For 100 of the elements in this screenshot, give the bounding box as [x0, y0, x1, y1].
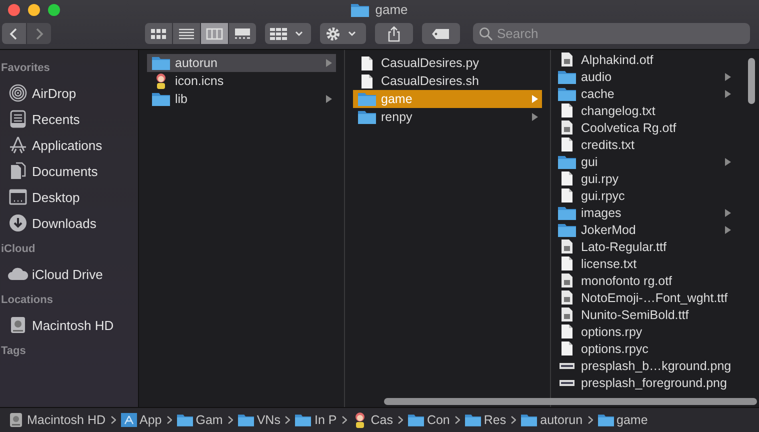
sidebar-item[interactable]: Documents	[0, 158, 138, 184]
search-icon	[479, 27, 493, 41]
path-item[interactable]: Gam	[176, 413, 223, 427]
file-row[interactable]: Coolvetica Rg.otf	[553, 119, 735, 136]
path-item[interactable]: autorun	[521, 413, 583, 427]
font-file-icon	[561, 290, 573, 305]
path-item[interactable]: Res	[464, 413, 506, 427]
chevron-icon	[110, 416, 116, 424]
back-button[interactable]	[2, 23, 26, 44]
chevron-icon	[511, 416, 516, 424]
tag-icon	[431, 28, 451, 40]
disclosure-icon	[725, 90, 731, 98]
sidebar-item[interactable]: Downloads	[0, 210, 138, 236]
chevron-right-icon	[34, 26, 44, 40]
sidebar-item[interactable]: Applications	[0, 132, 138, 158]
file-row[interactable]: changelog.txt	[553, 102, 735, 119]
icon-view-icon	[150, 28, 167, 40]
file-row[interactable]: monofonto rg.otf	[553, 272, 735, 289]
file-row[interactable]: Nunito-SemiBold.ttf	[553, 306, 735, 323]
action-button[interactable]	[320, 23, 366, 44]
chevron-icon	[398, 416, 403, 424]
chevron-icon	[342, 416, 347, 424]
font-file-icon	[561, 120, 573, 135]
figure-icon	[154, 73, 168, 89]
document-icon	[561, 324, 573, 339]
file-row[interactable]: CasualDesires.py	[353, 54, 542, 72]
folder-icon	[358, 110, 376, 124]
file-row[interactable]: cache	[553, 85, 735, 102]
minimize-button[interactable]	[28, 4, 40, 16]
forward-button[interactable]	[27, 23, 51, 44]
file-row[interactable]: images	[553, 204, 735, 221]
path-item[interactable]: VNs	[238, 413, 280, 427]
folder-icon	[558, 222, 576, 236]
path-item[interactable]: In P	[295, 413, 337, 427]
folder-icon	[464, 413, 481, 427]
file-row[interactable]: options.rpy	[553, 323, 735, 340]
disclosure-icon	[725, 72, 731, 80]
path-item[interactable]: Con	[408, 413, 450, 427]
search-field[interactable]: Search	[473, 23, 750, 44]
path-item[interactable]: Macintosh HD	[8, 412, 106, 428]
close-button[interactable]	[8, 4, 20, 16]
disclosure-icon	[326, 59, 332, 67]
figure-icon	[352, 412, 367, 428]
sidebar-item[interactable]: Desktop	[0, 184, 138, 210]
file-row[interactable]: JokerMod	[553, 221, 735, 238]
recents-icon	[10, 110, 26, 128]
cloud-icon	[8, 267, 28, 281]
group-button[interactable]	[265, 23, 311, 44]
view-button[interactable]	[229, 23, 256, 44]
font-file-icon	[561, 273, 573, 288]
file-row[interactable]: renpy	[353, 108, 542, 126]
zoom-button[interactable]	[48, 4, 60, 16]
path-item[interactable]: Cas	[352, 412, 393, 428]
file-row[interactable]: NotoEmoji-…Font_wght.ttf	[553, 289, 735, 306]
gallery-view-icon	[234, 28, 251, 40]
folder-icon	[558, 154, 576, 168]
path-item[interactable]: App	[120, 413, 162, 427]
file-row[interactable]: lib	[147, 90, 336, 108]
file-row[interactable]: options.rpyc	[553, 340, 735, 357]
view-button[interactable]	[145, 23, 172, 44]
tag-button[interactable]	[422, 23, 460, 44]
file-row[interactable]: license.txt	[553, 255, 735, 272]
path-item[interactable]: game	[598, 413, 648, 427]
folder-icon	[152, 92, 170, 106]
sidebar-item[interactable]: AirDrop	[0, 80, 138, 106]
file-row[interactable]: autorun	[147, 54, 336, 72]
image-file-icon	[559, 378, 575, 386]
file-row[interactable]: presplash_b…kground.png	[553, 357, 735, 374]
chevron-icon	[454, 416, 460, 424]
document-icon	[561, 103, 573, 118]
font-file-icon	[561, 239, 573, 254]
file-row[interactable]: presplash_foreground.png	[553, 374, 735, 391]
document-icon	[561, 137, 573, 152]
file-row[interactable]: credits.txt	[553, 136, 735, 153]
section-heading: Locations	[0, 294, 54, 308]
concentric-circles-icon	[9, 84, 27, 102]
document-icon	[361, 74, 373, 88]
file-row[interactable]: gui.rpy	[553, 170, 735, 187]
file-row[interactable]: gui.rpyc	[553, 187, 735, 204]
sidebar-item[interactable]: Recents	[0, 106, 138, 132]
folder-icon	[558, 86, 576, 100]
file-row[interactable]: Alphakind.otf	[553, 51, 735, 68]
folder-icon	[351, 2, 370, 16]
file-row[interactable]: Lato-Regular.ttf	[553, 238, 735, 255]
sidebar-item[interactable]: Macintosh HD	[0, 312, 138, 338]
vertical-scrollbar[interactable]	[748, 58, 755, 104]
chevron-icon	[588, 416, 593, 424]
share-icon	[387, 26, 401, 42]
sidebar-item[interactable]: iCloud Drive	[0, 261, 138, 287]
share-button[interactable]	[375, 23, 413, 44]
file-row[interactable]: icon.icns	[147, 72, 336, 90]
horizontal-scrollbar[interactable]	[384, 398, 757, 405]
file-row[interactable]: gui	[553, 153, 735, 170]
applications-icon	[9, 136, 27, 154]
window-title: game	[375, 2, 408, 17]
download-icon	[9, 214, 27, 232]
disclosure-icon	[326, 95, 332, 103]
file-row[interactable]: CasualDesires.sh	[353, 72, 542, 90]
file-row[interactable]: audio	[553, 68, 735, 85]
view-button[interactable]	[173, 23, 200, 44]
